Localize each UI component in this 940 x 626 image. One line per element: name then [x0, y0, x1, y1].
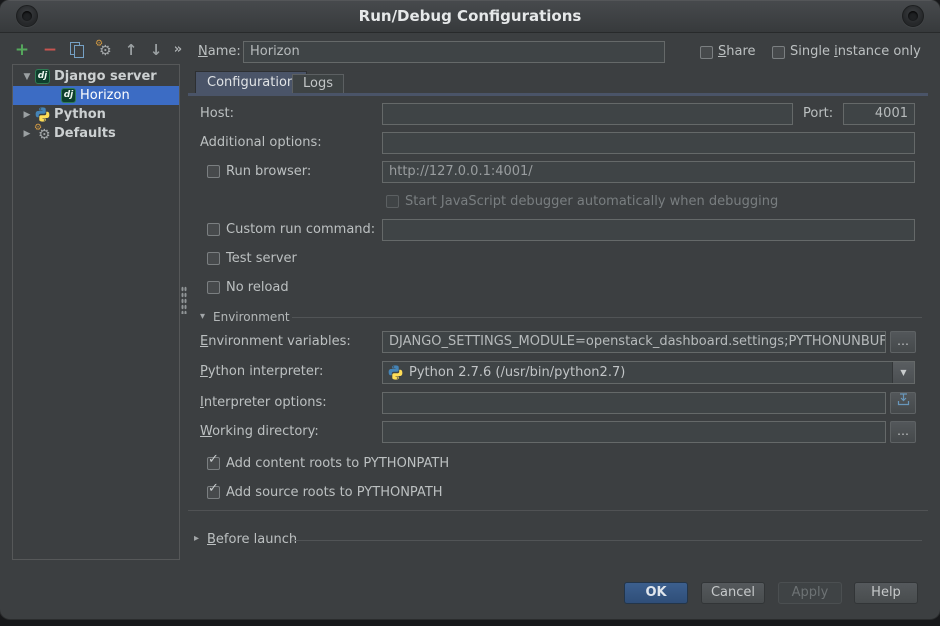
name-input[interactable]: Horizon [243, 41, 665, 63]
panel-bottom-border [188, 510, 928, 511]
remove-configuration-icon[interactable]: − [40, 40, 60, 60]
collapse-icon[interactable]: ▼ [21, 72, 33, 82]
more-actions-icon[interactable]: » [170, 40, 186, 60]
working-directory-input[interactable] [382, 421, 886, 443]
custom-run-command-checkbox[interactable] [207, 223, 220, 236]
tab-underline [188, 93, 928, 96]
python-icon [35, 107, 50, 122]
add-source-roots-checkbox[interactable]: ✓ [207, 486, 220, 499]
tree-item-horizon[interactable]: dj Horizon [13, 86, 179, 105]
js-debugger-label: Start JavaScript debugger automatically … [405, 191, 778, 213]
python-interpreter-value: Python 2.7.6 (/usr/bin/python2.7) [409, 362, 625, 383]
environment-section-label[interactable]: Environment [213, 309, 290, 325]
add-source-roots-label: Add source roots to PYTHONPATH [226, 482, 443, 504]
copy-configuration-icon[interactable] [70, 42, 86, 59]
share-checkbox[interactable] [700, 46, 713, 59]
defaults-settings-icon: ⚙ ⚙ [35, 126, 50, 141]
apply-button[interactable]: Apply [778, 582, 842, 604]
single-instance-checkbox[interactable] [772, 46, 785, 59]
additional-options-label: Additional options: [200, 132, 322, 154]
help-button[interactable]: Help [854, 582, 918, 604]
environment-collapse-icon[interactable]: ▾ [200, 310, 205, 324]
no-reload-label: No reload [226, 277, 289, 299]
tree-item-django-server[interactable]: ▼ dj Django server [13, 67, 179, 86]
js-debugger-checkbox[interactable] [386, 195, 399, 208]
working-directory-label: Working directory: [200, 421, 319, 443]
django-icon: dj [61, 88, 76, 103]
run-browser-checkbox[interactable] [207, 165, 220, 178]
port-label: Port: [803, 103, 833, 125]
run-browser-url-input[interactable]: http://127.0.0.1:4001/ [382, 161, 915, 183]
port-input[interactable]: 4001 [843, 103, 915, 125]
cancel-button[interactable]: Cancel [701, 582, 765, 604]
interpreter-options-input[interactable] [382, 392, 886, 414]
run-debug-configurations-dialog: Run/Debug Configurations + − ⚙ ⚙ ↑ ↓ » N… [0, 0, 940, 619]
move-down-icon[interactable]: ↓ [147, 40, 165, 60]
python-icon [388, 365, 403, 384]
before-launch-expand-icon[interactable]: ▸ [194, 532, 199, 546]
host-label: Host: [200, 103, 234, 125]
test-server-label: Test server [226, 248, 297, 270]
name-label: Name: [198, 41, 241, 63]
title-bar[interactable]: Run/Debug Configurations [0, 0, 940, 33]
python-interpreter-select[interactable]: Python 2.7.6 (/usr/bin/python2.7) ▼ [382, 361, 915, 384]
before-launch-separator [292, 540, 922, 541]
ok-button[interactable]: OK [624, 582, 688, 604]
expand-field-icon [897, 393, 910, 406]
working-directory-browse-button[interactable]: … [890, 421, 916, 443]
add-configuration-icon[interactable]: + [12, 40, 32, 60]
no-reload-checkbox[interactable] [207, 281, 220, 294]
tab-logs[interactable]: Logs [292, 74, 344, 93]
dialog-title: Run/Debug Configurations [0, 7, 940, 25]
tree-item-label: Django server [54, 69, 157, 84]
before-launch-label[interactable]: Before launch [207, 529, 297, 551]
share-label: Share [718, 41, 756, 63]
environment-variables-input[interactable]: DJANGO_SETTINGS_MODULE=openstack_dashboa… [382, 331, 886, 353]
test-server-checkbox[interactable] [207, 252, 220, 265]
tree-item-label: Horizon [80, 88, 130, 103]
environment-variables-label: Environment variables: [200, 331, 351, 353]
add-content-roots-label: Add content roots to PYTHONPATH [226, 453, 449, 475]
environment-separator [292, 317, 922, 318]
single-instance-label: Single instance only [790, 41, 921, 63]
tree-item-label: Defaults [54, 126, 116, 141]
panel-splitter-handle[interactable] [181, 286, 187, 314]
python-interpreter-label: Python interpreter: [200, 361, 323, 383]
dropdown-arrow-icon[interactable]: ▼ [892, 362, 914, 383]
expand-icon[interactable]: ▶ [21, 129, 33, 139]
configurations-tree: ▼ dj Django server dj Horizon ▶ Python ▶… [12, 64, 180, 560]
tree-item-defaults[interactable]: ▶ ⚙ ⚙ Defaults [13, 124, 179, 143]
custom-run-command-label: Custom run command: [226, 219, 375, 241]
interpreter-options-label: Interpreter options: [200, 392, 327, 414]
additional-options-input[interactable] [382, 132, 915, 154]
tree-item-label: Python [54, 107, 106, 122]
move-up-icon[interactable]: ↑ [122, 40, 140, 60]
interpreter-options-expand-button[interactable] [890, 392, 916, 414]
edit-defaults-icon[interactable]: ⚙ ⚙ [95, 41, 115, 60]
expand-icon[interactable]: ▶ [21, 110, 33, 120]
custom-run-command-input[interactable] [382, 219, 915, 241]
add-content-roots-checkbox[interactable]: ✓ [207, 457, 220, 470]
run-browser-label: Run browser: [226, 161, 311, 183]
window-control-right-icon[interactable] [902, 5, 924, 27]
host-input[interactable] [382, 103, 793, 125]
tree-item-python[interactable]: ▶ Python [13, 105, 179, 124]
django-icon: dj [35, 69, 50, 84]
environment-variables-browse-button[interactable]: … [890, 331, 916, 353]
tab-configuration[interactable]: Configuration [195, 71, 307, 93]
